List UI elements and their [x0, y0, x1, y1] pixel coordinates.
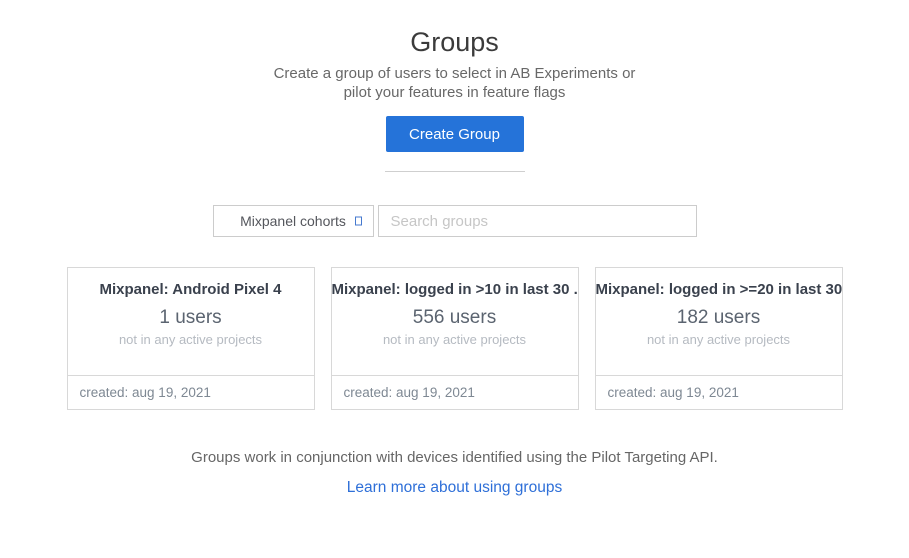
group-card-body: Mixpanel: logged in >=20 in last 30... 1…	[596, 268, 842, 375]
group-user-count: 1 users	[68, 307, 314, 329]
groups-page: Groups Create a group of users to select…	[0, 0, 909, 558]
learn-more-link[interactable]: Learn more about using groups	[347, 479, 562, 497]
group-created-date: created: aug 19, 2021	[596, 375, 842, 409]
group-card[interactable]: Mixpanel: logged in >=20 in last 30... 1…	[595, 267, 843, 410]
group-created-date: created: aug 19, 2021	[68, 375, 314, 409]
group-card-title: Mixpanel: Android Pixel 4	[68, 281, 314, 298]
divider	[385, 171, 525, 172]
cohort-source-dropdown[interactable]: Mixpanel cohorts	[213, 205, 374, 237]
dropdown-indicator-icon	[355, 217, 362, 226]
group-card[interactable]: Mixpanel: logged in >10 in last 30 ... 5…	[331, 267, 579, 410]
page-subtitle-line-2: pilot your features in feature flags	[0, 83, 909, 102]
group-project-status: not in any active projects	[68, 332, 314, 347]
page-title: Groups	[0, 27, 909, 57]
group-card-body: Mixpanel: Android Pixel 4 1 users not in…	[68, 268, 314, 375]
page-subtitle-line-1: Create a group of users to select in AB …	[0, 64, 909, 83]
group-card-title: Mixpanel: logged in >10 in last 30 ...	[332, 281, 578, 298]
cohort-source-dropdown-value: Mixpanel cohorts	[240, 213, 346, 229]
group-cards: Mixpanel: Android Pixel 4 1 users not in…	[0, 267, 909, 410]
create-group-button[interactable]: Create Group	[386, 116, 524, 152]
group-user-count: 556 users	[332, 307, 578, 329]
group-project-status: not in any active projects	[332, 332, 578, 347]
group-card-title: Mixpanel: logged in >=20 in last 30...	[596, 281, 842, 298]
search-groups-input[interactable]	[378, 205, 697, 237]
group-project-status: not in any active projects	[596, 332, 842, 347]
filter-controls: Mixpanel cohorts	[0, 205, 909, 237]
group-created-date: created: aug 19, 2021	[332, 375, 578, 409]
targeting-api-info-text: Groups work in conjunction with devices …	[0, 449, 909, 466]
page-subtitle: Create a group of users to select in AB …	[0, 64, 909, 102]
group-card-body: Mixpanel: logged in >10 in last 30 ... 5…	[332, 268, 578, 375]
group-card[interactable]: Mixpanel: Android Pixel 4 1 users not in…	[67, 267, 315, 410]
group-user-count: 182 users	[596, 307, 842, 329]
